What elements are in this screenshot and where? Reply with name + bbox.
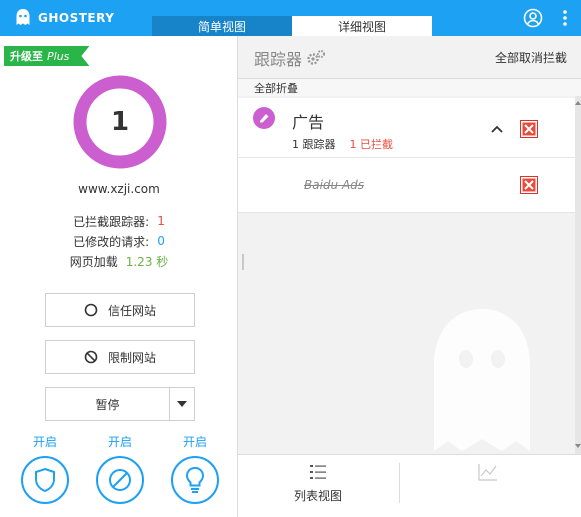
collapse-all-link[interactable]: 全部折叠 xyxy=(238,78,581,96)
shield-icon xyxy=(21,456,69,504)
view-footer: 列表视图 xyxy=(238,454,581,517)
footer-divider xyxy=(399,463,400,503)
restrict-site-label: 限制网站 xyxy=(107,350,156,365)
trackers-title-text: 跟踪器 xyxy=(254,50,303,69)
block-icon xyxy=(84,350,98,364)
category-ads[interactable]: 广告 1 跟踪器 1 已拦截 xyxy=(238,98,575,158)
anti-tracking-status: 开启 xyxy=(32,435,57,449)
tracker-count: 1 xyxy=(110,107,130,137)
ad-blocking-status: 开启 xyxy=(107,435,132,449)
stat-modified: 已修改的请求: 0 xyxy=(0,231,238,251)
app-header: GHOSTERY 简单视图 详细视图 xyxy=(0,0,581,36)
chevron-up-icon[interactable] xyxy=(491,124,503,134)
stats-list: 已拦截跟踪器: 1 已修改的请求: 0 网页加载 1.23 秒 xyxy=(0,211,238,271)
view-tabs: 简单视图 详细视图 xyxy=(152,16,432,36)
account-icon[interactable] xyxy=(523,8,543,28)
trust-site-button[interactable]: 信任网站 xyxy=(45,293,195,327)
stat-blocked-label: 已拦截跟踪器: xyxy=(73,214,150,229)
lightbulb-icon xyxy=(171,456,219,504)
category-name: 广告 xyxy=(292,113,325,132)
caret-down-icon xyxy=(177,401,187,407)
tab-detailed-view[interactable]: 详细视图 xyxy=(292,16,432,36)
trackers-header: 跟踪器 全部取消拦截 xyxy=(238,36,581,78)
summary-panel: 升级至 Plus 1 www.xzji.com 已拦截跟踪器: 1 已修改的请求… xyxy=(0,36,238,517)
tracker-name[interactable]: Baidu Ads xyxy=(304,178,364,192)
scroll-up-arrow-icon[interactable] xyxy=(575,98,581,108)
category-counts: 1 跟踪器 1 已拦截 xyxy=(292,136,393,152)
restrict-site-button[interactable]: 限制网站 xyxy=(45,340,195,374)
vertical-scrollbar[interactable] xyxy=(575,96,581,456)
anti-tracking-toggle[interactable]: 开启 xyxy=(20,433,70,509)
unblock-all-link[interactable]: 全部取消拦截 xyxy=(495,49,567,66)
ghostery-logo: GHOSTERY xyxy=(14,7,114,29)
trackers-panel: 跟踪器 全部取消拦截 全部折叠 广告 1 跟踪器 1 已拦截 Baidu Ads… xyxy=(238,36,581,517)
stat-blocked-value: 1 xyxy=(157,214,165,228)
brand-name: GHOSTERY xyxy=(38,11,115,25)
list-view-label: 列表视图 xyxy=(293,489,342,503)
trust-site-label: 信任网站 xyxy=(107,303,156,318)
circle-icon xyxy=(84,303,98,317)
plus-label: Plus xyxy=(47,49,70,63)
tracker-row[interactable]: Baidu Ads xyxy=(238,158,575,213)
advertising-icon xyxy=(253,107,275,129)
site-domain: www.xzji.com xyxy=(78,182,160,196)
stat-load-value: 1.23 秒 xyxy=(125,254,169,269)
stat-modified-label: 已修改的请求: xyxy=(73,234,150,249)
upgrade-label: 升级至 xyxy=(10,50,43,63)
pause-button[interactable]: 暂停 xyxy=(46,388,170,420)
pause-control: 暂停 xyxy=(45,387,195,421)
stat-blocked: 已拦截跟踪器: 1 xyxy=(0,211,238,231)
gear-icon[interactable] xyxy=(306,50,326,66)
resize-grip[interactable] xyxy=(242,254,244,270)
line-graph-icon[interactable] xyxy=(478,463,498,481)
scroll-down-arrow-icon[interactable] xyxy=(575,441,581,451)
pause-dropdown-button[interactable] xyxy=(170,388,194,420)
block-category-checkbox[interactable] xyxy=(520,120,538,138)
block-tracker-checkbox[interactable] xyxy=(520,176,538,194)
list-view-button[interactable]: 列表视图 xyxy=(278,463,358,504)
stat-load-label: 网页加载 xyxy=(69,254,118,269)
category-tracker-count: 1 跟踪器 xyxy=(292,138,336,151)
stat-page-load: 网页加载 1.23 秒 xyxy=(0,251,238,271)
stat-modified-value: 0 xyxy=(157,234,165,248)
smart-blocking-status: 开启 xyxy=(182,435,207,449)
kebab-menu-icon[interactable] xyxy=(558,8,572,28)
tab-simple-view[interactable]: 简单视图 xyxy=(152,16,292,36)
smart-blocking-toggle[interactable]: 开启 xyxy=(170,433,220,509)
trackers-title: 跟踪器 xyxy=(254,46,326,70)
ghost-logo-icon xyxy=(16,9,30,25)
ad-blocking-toggle[interactable]: 开启 xyxy=(95,433,145,509)
list-icon xyxy=(310,465,326,479)
category-blocked-count: 1 已拦截 xyxy=(349,138,394,151)
upgrade-plus-banner[interactable]: 升级至 Plus xyxy=(4,46,89,66)
block-icon xyxy=(96,456,144,504)
ghost-watermark-icon xyxy=(434,309,530,451)
